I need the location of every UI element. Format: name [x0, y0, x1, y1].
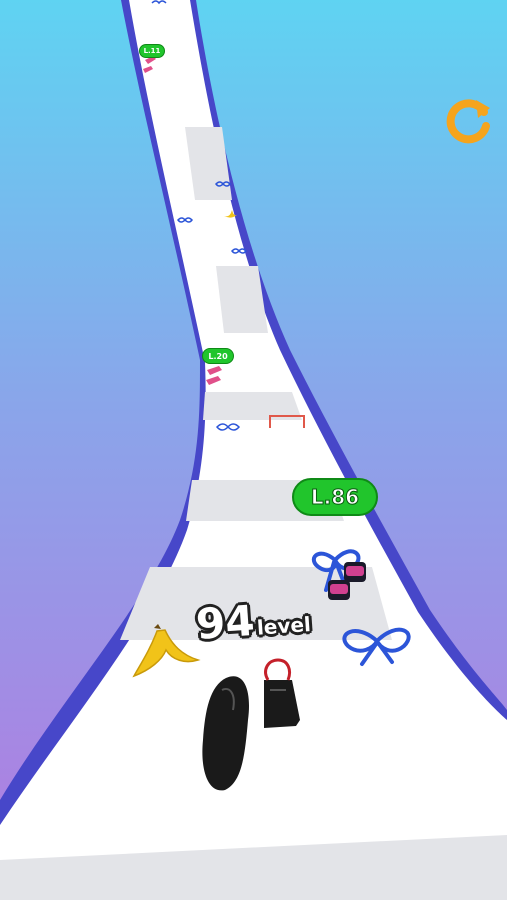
- gate-level-badge: L.11: [139, 44, 165, 58]
- player-level-word: level: [256, 612, 312, 640]
- player-level-number: 94: [194, 595, 257, 649]
- restart-button[interactable]: [444, 94, 496, 146]
- restart-arrow-icon: [446, 99, 490, 144]
- gate-level-badge: L.86: [292, 478, 378, 516]
- player-level-label: 94 level: [194, 592, 311, 649]
- gate-level-badge: L.20: [202, 348, 234, 364]
- game-scene: [0, 0, 507, 900]
